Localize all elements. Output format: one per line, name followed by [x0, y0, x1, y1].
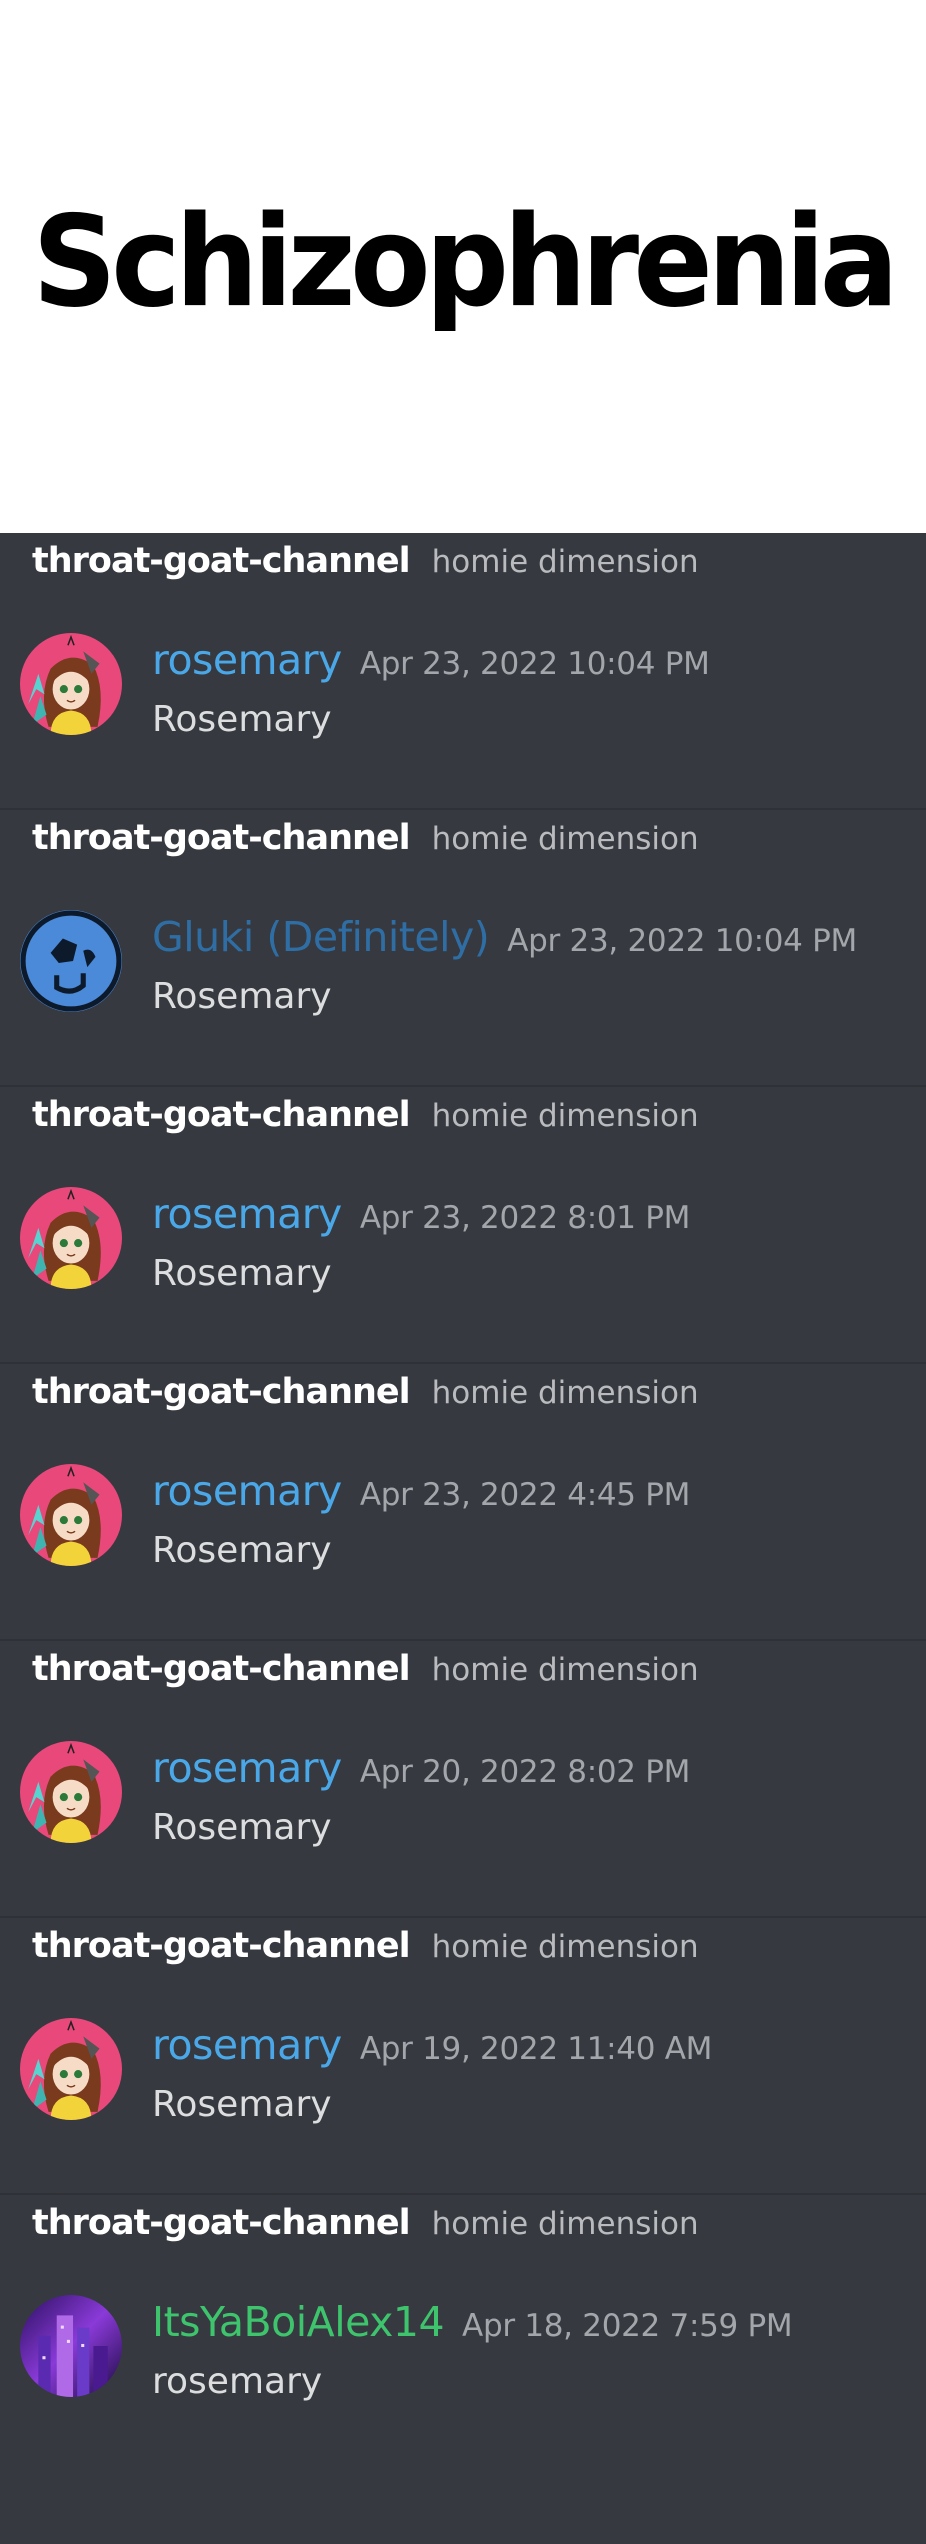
channel-name[interactable]: throat-goat-channel: [32, 1372, 411, 1412]
channel-row: throat-goat-channel homie dimension: [32, 1095, 699, 1135]
channel-name[interactable]: throat-goat-channel: [32, 1095, 411, 1135]
channel-name[interactable]: throat-goat-channel: [32, 818, 411, 858]
avatar[interactable]: [20, 633, 122, 735]
search-result[interactable]: throat-goat-channel homie dimension rose…: [0, 1364, 926, 1641]
message-content: Rosemary: [152, 1807, 332, 1848]
message-header: rosemary Apr 23, 2022 8:01 PM: [152, 1190, 690, 1238]
message-content: Rosemary: [152, 2084, 332, 2125]
message-content: rosemary: [152, 2361, 323, 2402]
message-content: Rosemary: [152, 1253, 332, 1294]
meme-title: Schizophrenia: [32, 188, 899, 335]
message-content: Rosemary: [152, 976, 332, 1017]
message-content: Rosemary: [152, 1530, 332, 1571]
username[interactable]: rosemary: [152, 2021, 342, 2069]
timestamp: Apr 23, 2022 10:04 PM: [507, 923, 857, 959]
channel-name[interactable]: throat-goat-channel: [32, 2203, 411, 2243]
timestamp: Apr 19, 2022 11:40 AM: [359, 2031, 713, 2067]
message-content: Rosemary: [152, 699, 332, 740]
search-result[interactable]: throat-goat-channel homie dimension Gluk…: [0, 810, 926, 1087]
avatar[interactable]: [20, 1464, 122, 1566]
timestamp: Apr 23, 2022 8:01 PM: [359, 1200, 691, 1236]
server-name: homie dimension: [431, 1098, 699, 1134]
search-result[interactable]: throat-goat-channel homie dimension rose…: [0, 1641, 926, 1918]
search-result[interactable]: throat-goat-channel homie dimension rose…: [0, 533, 926, 810]
server-name: homie dimension: [431, 1929, 699, 1965]
message-header: ItsYaBoiAlex14 Apr 18, 2022 7:59 PM: [152, 2298, 793, 2346]
search-result[interactable]: throat-goat-channel homie dimension rose…: [0, 1087, 926, 1364]
timestamp: Apr 20, 2022 8:02 PM: [359, 1754, 691, 1790]
channel-name[interactable]: throat-goat-channel: [32, 1649, 411, 1689]
server-name: homie dimension: [431, 1652, 699, 1688]
message-header: rosemary Apr 23, 2022 4:45 PM: [152, 1467, 690, 1515]
server-name: homie dimension: [431, 1375, 699, 1411]
avatar[interactable]: [20, 1741, 122, 1843]
message-header: rosemary Apr 20, 2022 8:02 PM: [152, 1744, 690, 1792]
channel-name[interactable]: throat-goat-channel: [32, 541, 411, 581]
server-name: homie dimension: [431, 544, 699, 580]
search-result[interactable]: throat-goat-channel homie dimension rose…: [0, 1918, 926, 2195]
channel-row: throat-goat-channel homie dimension: [32, 541, 699, 581]
username[interactable]: rosemary: [152, 636, 342, 684]
timestamp: Apr 23, 2022 10:04 PM: [359, 646, 710, 682]
avatar[interactable]: [20, 2295, 122, 2397]
channel-row: throat-goat-channel homie dimension: [32, 1926, 699, 1966]
channel-row: throat-goat-channel homie dimension: [32, 2203, 699, 2243]
username[interactable]: ItsYaBoiAlex14: [152, 2298, 445, 2346]
server-name: homie dimension: [431, 821, 699, 857]
username[interactable]: rosemary: [152, 1467, 342, 1515]
message-header: Gluki (Definitely) Apr 23, 2022 10:04 PM: [152, 913, 857, 961]
search-results-list: throat-goat-channel homie dimension rose…: [0, 533, 926, 2544]
server-name: homie dimension: [431, 2206, 699, 2242]
avatar[interactable]: [20, 1187, 122, 1289]
message-header: rosemary Apr 19, 2022 11:40 AM: [152, 2021, 712, 2069]
timestamp: Apr 18, 2022 7:59 PM: [462, 2308, 793, 2344]
search-result[interactable]: throat-goat-channel homie dimension ItsY…: [0, 2195, 926, 2472]
channel-row: throat-goat-channel homie dimension: [32, 1649, 699, 1689]
avatar[interactable]: [20, 910, 122, 1012]
channel-row: throat-goat-channel homie dimension: [32, 1372, 699, 1412]
username[interactable]: Gluki (Definitely): [152, 913, 490, 961]
channel-row: throat-goat-channel homie dimension: [32, 818, 699, 858]
username[interactable]: rosemary: [152, 1744, 342, 1792]
channel-name[interactable]: throat-goat-channel: [32, 1926, 411, 1966]
message-header: rosemary Apr 23, 2022 10:04 PM: [152, 636, 710, 684]
timestamp: Apr 23, 2022 4:45 PM: [359, 1477, 691, 1513]
avatar[interactable]: [20, 2018, 122, 2120]
meme-header: Schizophrenia: [0, 0, 926, 533]
username[interactable]: rosemary: [152, 1190, 342, 1238]
